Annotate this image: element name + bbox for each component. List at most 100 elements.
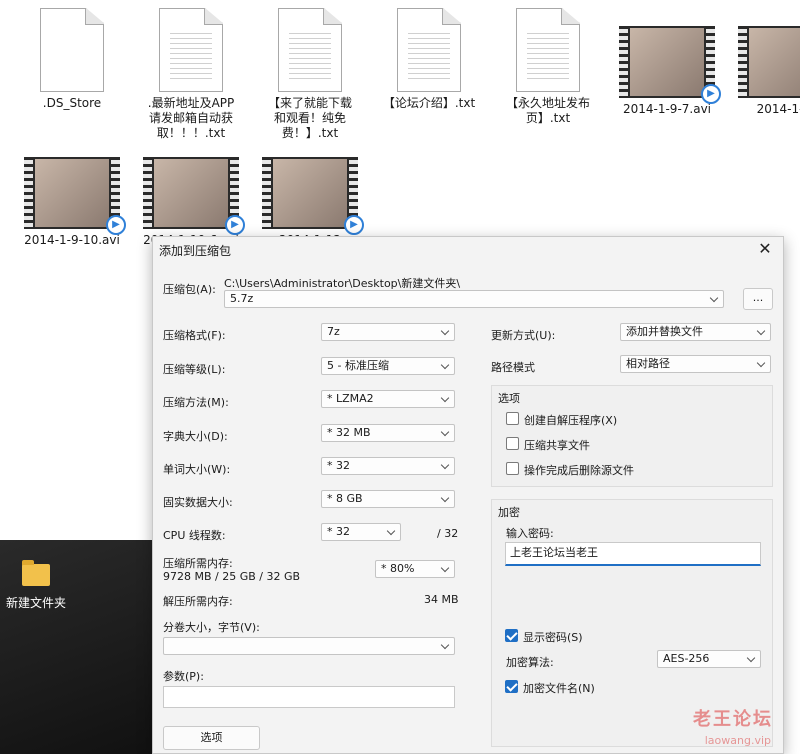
format-select[interactable]: 7z [321,323,455,341]
word-size-label: 单词大小(W): [163,463,231,476]
method-value: * LZMA2 [327,392,374,405]
update-mode-select[interactable]: 添加并替换文件 [620,323,771,341]
archive-name-value: 5.7z [230,292,254,305]
file-item[interactable]: ▶ 2014-1-12 [251,157,369,248]
file-item[interactable]: ▶ 2014-1-9-10.avi [13,157,131,248]
format-value: 7z [327,325,340,338]
chevron-down-icon [440,460,450,470]
close-icon[interactable]: ✕ [755,240,775,260]
solid-size-value: * 8 GB [327,492,363,505]
file-name: 2014-1-9- [756,102,800,116]
desktop-background: 新建文件夹 [0,540,152,754]
word-size-value: * 32 [327,459,350,472]
player-badge-icon: ▶ [344,215,364,235]
level-value: 5 - 标准压缩 [327,359,389,372]
params-label: 参数(P): [163,670,204,683]
password-label: 输入密码: [506,527,554,540]
encryption-method-select[interactable]: AES-256 [657,650,761,668]
file-item[interactable]: 【论坛介绍】.txt [370,8,488,111]
chevron-down-icon [440,493,450,503]
browse-button[interactable]: ... [743,288,773,310]
file-name: 【论坛介绍】.txt [382,96,476,110]
chevron-down-icon [756,358,766,368]
path-mode-value: 相对路径 [626,357,670,370]
desktop-folder-label: 新建文件夹 [5,596,66,610]
solid-size-label: 固实数据大小: [163,496,233,509]
dict-size-value: * 32 MB [327,426,371,439]
delete-after-checkbox[interactable] [506,462,519,475]
path-mode-select[interactable]: 相对路径 [620,355,771,373]
sfx-checkbox[interactable] [506,412,519,425]
split-size-label: 分卷大小，字节(V): [163,621,260,634]
update-mode-label: 更新方式(U): [491,329,556,342]
watermark-title: 老王论坛 [693,709,773,730]
chevron-down-icon [746,653,756,663]
file-item[interactable]: ▶ 2014-1-9-7.avi [608,26,726,117]
archive-name-combo[interactable]: 5.7z [224,290,724,308]
encryption-group-title: 加密 [498,506,520,519]
encrypt-names-checkbox[interactable] [505,680,518,693]
options-group: 选项 创建自解压程序(X) 压缩共享文件 操作完成后删除源文件 [491,385,773,487]
level-label: 压缩等级(L): [163,363,226,376]
dialog-titlebar[interactable]: 添加到压缩包 ✕ [153,237,783,263]
solid-size-select[interactable]: * 8 GB [321,490,455,508]
video-thumbnail-icon: ▶ [143,157,245,235]
level-select[interactable]: 5 - 标准压缩 [321,357,455,375]
compress-memory-detail: 9728 MB / 25 GB / 32 GB [163,570,301,583]
encryption-method-label: 加密算法: [506,656,554,669]
delete-after-label: 操作完成后删除源文件 [524,464,634,477]
file-name: .最新地址及APP 请发邮箱自动获 取！！！.txt [147,96,235,140]
chevron-down-icon [440,360,450,370]
split-size-combo[interactable] [163,637,455,655]
file-name: 【来了就能下载 和观看！纯免 费！】.txt [267,96,352,140]
show-password-checkbox[interactable] [505,629,518,642]
encrypt-names-label: 加密文件名(N) [523,682,595,695]
file-item[interactable]: 2014-1-9- [727,26,800,117]
chevron-down-icon [440,393,450,403]
decompress-memory-label: 解压所需内存: [163,595,233,608]
memory-usage-select[interactable]: * 80% [375,560,455,578]
cpu-threads-total: / 32 [437,527,459,540]
path-mode-label: 路径模式 [491,361,535,374]
video-thumbnail-icon: ▶ [262,157,364,235]
file-item[interactable]: 【永久地址发布 页】.txt [489,8,607,126]
memory-usage-value: * 80% [381,562,415,575]
password-input[interactable]: 上老王论坛当老王 [505,542,761,566]
folder-icon [22,560,50,586]
chevron-down-icon [756,326,766,336]
chevron-down-icon [440,326,450,336]
file-item[interactable]: .DS_Store [13,8,131,111]
player-badge-icon: ▶ [106,215,126,235]
desktop-folder[interactable]: 新建文件夹 [0,560,72,611]
video-thumbnail-icon: ▶ [24,157,126,235]
cpu-threads-value: * 32 [327,525,350,538]
file-name: .DS_Store [42,96,102,110]
shared-files-checkbox[interactable] [506,437,519,450]
params-input[interactable] [163,686,455,708]
file-name: 2014-1-9-7.avi [622,102,712,116]
text-file-icon [397,8,461,92]
method-label: 压缩方法(M): [163,396,229,409]
file-name: 2014-1-9-10.avi [24,233,120,247]
chevron-down-icon [440,563,450,573]
video-thumbnail-icon [738,26,800,98]
dict-size-select[interactable]: * 32 MB [321,424,455,442]
text-file-icon [278,8,342,92]
dialog-title: 添加到压缩包 [159,244,232,258]
update-mode-value: 添加并替换文件 [626,325,703,338]
chevron-down-icon [440,427,450,437]
dict-size-label: 字典大小(D): [163,430,228,443]
file-item[interactable]: .最新地址及APP 请发邮箱自动获 取！！！.txt [132,8,250,141]
cpu-threads-select[interactable]: * 32 [321,523,401,541]
compress-memory-label: 压缩所需内存: [163,557,233,570]
archive-path: C:\Users\Administrator\Desktop\新建文件夹\ [224,277,461,290]
word-size-select[interactable]: * 32 [321,457,455,475]
file-item[interactable]: 【来了就能下载 和观看！纯免 费！】.txt [251,8,369,141]
options-group-title: 选项 [498,392,520,405]
options-button[interactable]: 选项 [163,726,260,750]
add-to-archive-dialog: 添加到压缩包 ✕ 压缩包(A): C:\Users\Administrator\… [152,236,784,754]
text-file-icon [159,8,223,92]
method-select[interactable]: * LZMA2 [321,390,455,408]
cpu-threads-label: CPU 线程数: [163,529,226,542]
file-item[interactable]: ▶ 2014-1-10-6.avi [132,157,250,248]
